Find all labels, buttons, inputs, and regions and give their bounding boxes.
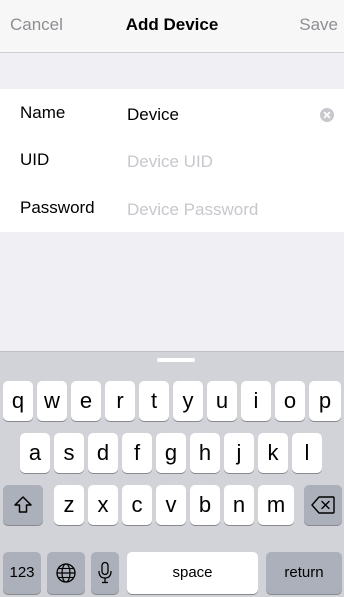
key-c[interactable]: c — [122, 485, 152, 525]
key-v[interactable]: v — [156, 485, 186, 525]
shift-key[interactable] — [3, 485, 43, 525]
key-d[interactable]: d — [88, 433, 118, 473]
key-e[interactable]: e — [71, 381, 101, 421]
key-h[interactable]: h — [190, 433, 220, 473]
key-x[interactable]: x — [88, 485, 118, 525]
key-z[interactable]: z — [54, 485, 84, 525]
key-n[interactable]: n — [224, 485, 254, 525]
page-title: Add Device — [125, 15, 219, 34]
key-k[interactable]: k — [258, 433, 288, 473]
password-row[interactable]: Password Device Password — [0, 184, 344, 231]
key-s[interactable]: s — [54, 433, 84, 473]
password-field[interactable]: Device Password — [127, 200, 258, 220]
key-t[interactable]: t — [139, 381, 169, 421]
key-g[interactable]: g — [156, 433, 186, 473]
microphone-icon — [98, 561, 112, 584]
globe-icon — [56, 563, 76, 583]
delete-icon — [311, 496, 335, 514]
shift-icon — [14, 496, 32, 513]
save-button[interactable]: Save — [299, 15, 338, 35]
navigation-bar: Cancel Add Device Save — [0, 0, 344, 53]
uid-row[interactable]: UID Device UID — [0, 136, 344, 183]
key-w[interactable]: w — [37, 381, 67, 421]
space-key[interactable]: space — [127, 552, 258, 594]
keyboard: q w e r t y u i o p a s d f g h j k l z … — [0, 351, 344, 597]
uid-field[interactable]: Device UID — [127, 152, 213, 172]
device-form: Name Device UID Device UID Password Devi… — [0, 89, 344, 232]
clear-icon[interactable] — [320, 108, 334, 122]
uid-label: UID — [20, 150, 50, 169]
globe-key[interactable] — [47, 552, 85, 594]
key-l[interactable]: l — [292, 433, 322, 473]
key-m[interactable]: m — [258, 485, 294, 525]
key-u[interactable]: u — [207, 381, 237, 421]
key-b[interactable]: b — [190, 485, 220, 525]
keyboard-grabber[interactable] — [157, 358, 195, 362]
key-r[interactable]: r — [105, 381, 135, 421]
name-label: Name — [20, 103, 66, 122]
key-a[interactable]: a — [20, 433, 50, 473]
key-o[interactable]: o — [275, 381, 305, 421]
name-row[interactable]: Name Device — [0, 89, 344, 136]
key-f[interactable]: f — [122, 433, 152, 473]
key-p[interactable]: p — [309, 381, 341, 421]
key-q[interactable]: q — [3, 381, 33, 421]
delete-key[interactable] — [304, 485, 342, 525]
microphone-key[interactable] — [91, 552, 119, 594]
numbers-key[interactable]: 123 — [3, 552, 41, 594]
password-label: Password — [20, 198, 95, 217]
return-key[interactable]: return — [266, 552, 342, 594]
name-field[interactable]: Device — [127, 105, 179, 125]
key-i[interactable]: i — [241, 381, 271, 421]
key-j[interactable]: j — [224, 433, 254, 473]
key-y[interactable]: y — [173, 381, 203, 421]
